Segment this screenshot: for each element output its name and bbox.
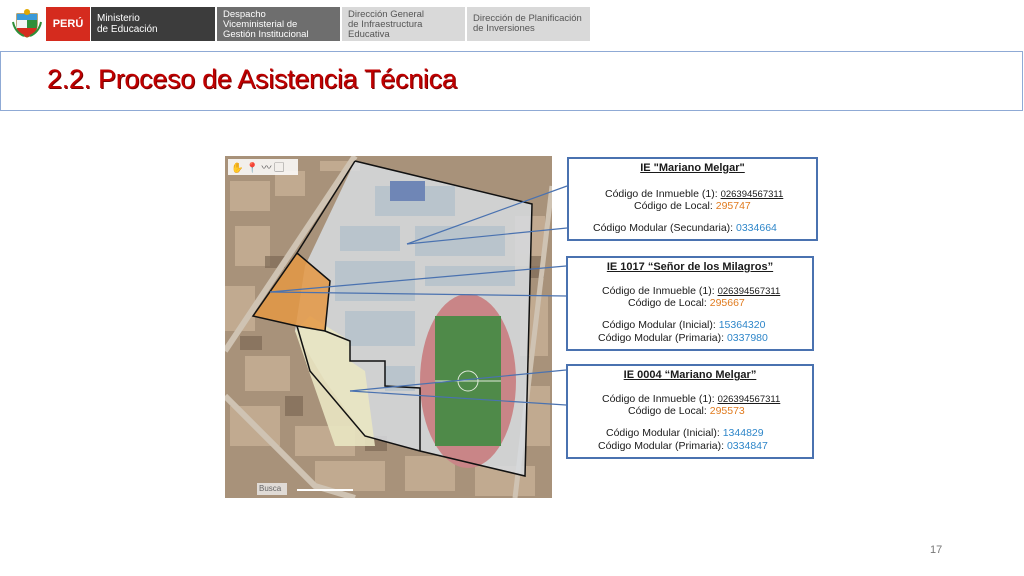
local-value: 295747 bbox=[715, 200, 751, 212]
local-row: Código de Local: 295573 bbox=[628, 405, 745, 417]
modular-primaria-row: Código Modular (Primaria): 0334847 bbox=[598, 440, 768, 452]
modular-inicial-row: Código Modular (Inicial): 1344829 bbox=[606, 427, 764, 439]
box-title: IE "Mariano Melgar" bbox=[640, 162, 745, 174]
modular-inicial-value: 15364320 bbox=[718, 319, 766, 331]
local-row: Código de Local: 295667 bbox=[628, 297, 745, 309]
local-row: Código de Local: 295747 bbox=[634, 200, 751, 212]
info-box-0004-mariano-melgar: IE 0004 “Mariano Melgar” Código de Inmue… bbox=[566, 364, 814, 459]
modular-row: Código Modular (Secundaria): 0334664 bbox=[593, 222, 777, 234]
local-label: Código de Local: bbox=[628, 297, 710, 309]
local-value: 295573 bbox=[709, 405, 745, 417]
modular-primaria-label: Código Modular (Primaria): bbox=[598, 332, 727, 344]
inmueble-label: Código de Inmueble (1): bbox=[605, 188, 721, 200]
inmueble-label: Código de Inmueble (1): bbox=[602, 393, 718, 405]
inmueble-value: 026394567311 bbox=[717, 394, 781, 405]
local-label: Código de Local: bbox=[628, 405, 710, 417]
info-box-mariano-melgar: IE "Mariano Melgar" Código de Inmueble (… bbox=[567, 157, 818, 241]
modular-inicial-label: Código Modular (Inicial): bbox=[602, 319, 719, 331]
callout-connectors bbox=[269, 185, 568, 406]
page-number: 17 bbox=[930, 544, 943, 556]
box-title: IE 1017 “Señor de los Milagros” bbox=[606, 261, 774, 273]
modular-inicial-value: 1344829 bbox=[722, 427, 764, 439]
inmueble-label: Código de Inmueble (1): bbox=[602, 285, 718, 297]
modular-primaria-value: 0334847 bbox=[726, 440, 768, 452]
info-box-senor-milagros: IE 1017 “Señor de los Milagros” Código d… bbox=[566, 256, 814, 351]
inmueble-value: 026394567311 bbox=[717, 286, 781, 297]
modular-primaria-value: 0337980 bbox=[726, 332, 768, 344]
local-value: 295667 bbox=[709, 297, 745, 309]
box-title: IE 0004 “Mariano Melgar” bbox=[623, 369, 757, 381]
modular-primaria-row: Código Modular (Primaria): 0337980 bbox=[598, 332, 768, 344]
inmueble-row: Código de Inmueble (1): 026394567311 bbox=[602, 393, 780, 405]
modular-primaria-label: Código Modular (Primaria): bbox=[598, 440, 727, 452]
local-label: Código de Local: bbox=[634, 200, 716, 212]
modular-inicial-row: Código Modular (Inicial): 15364320 bbox=[602, 319, 765, 331]
inmueble-value: 026394567311 bbox=[720, 189, 784, 200]
modular-value: 0334664 bbox=[736, 222, 777, 234]
modular-label: Código Modular (Secundaria): bbox=[593, 222, 736, 234]
inmueble-row: Código de Inmueble (1): 026394567311 bbox=[602, 285, 780, 297]
inmueble-row: Código de Inmueble (1): 026394567311 bbox=[605, 188, 783, 200]
modular-inicial-label: Código Modular (Inicial): bbox=[606, 427, 723, 439]
